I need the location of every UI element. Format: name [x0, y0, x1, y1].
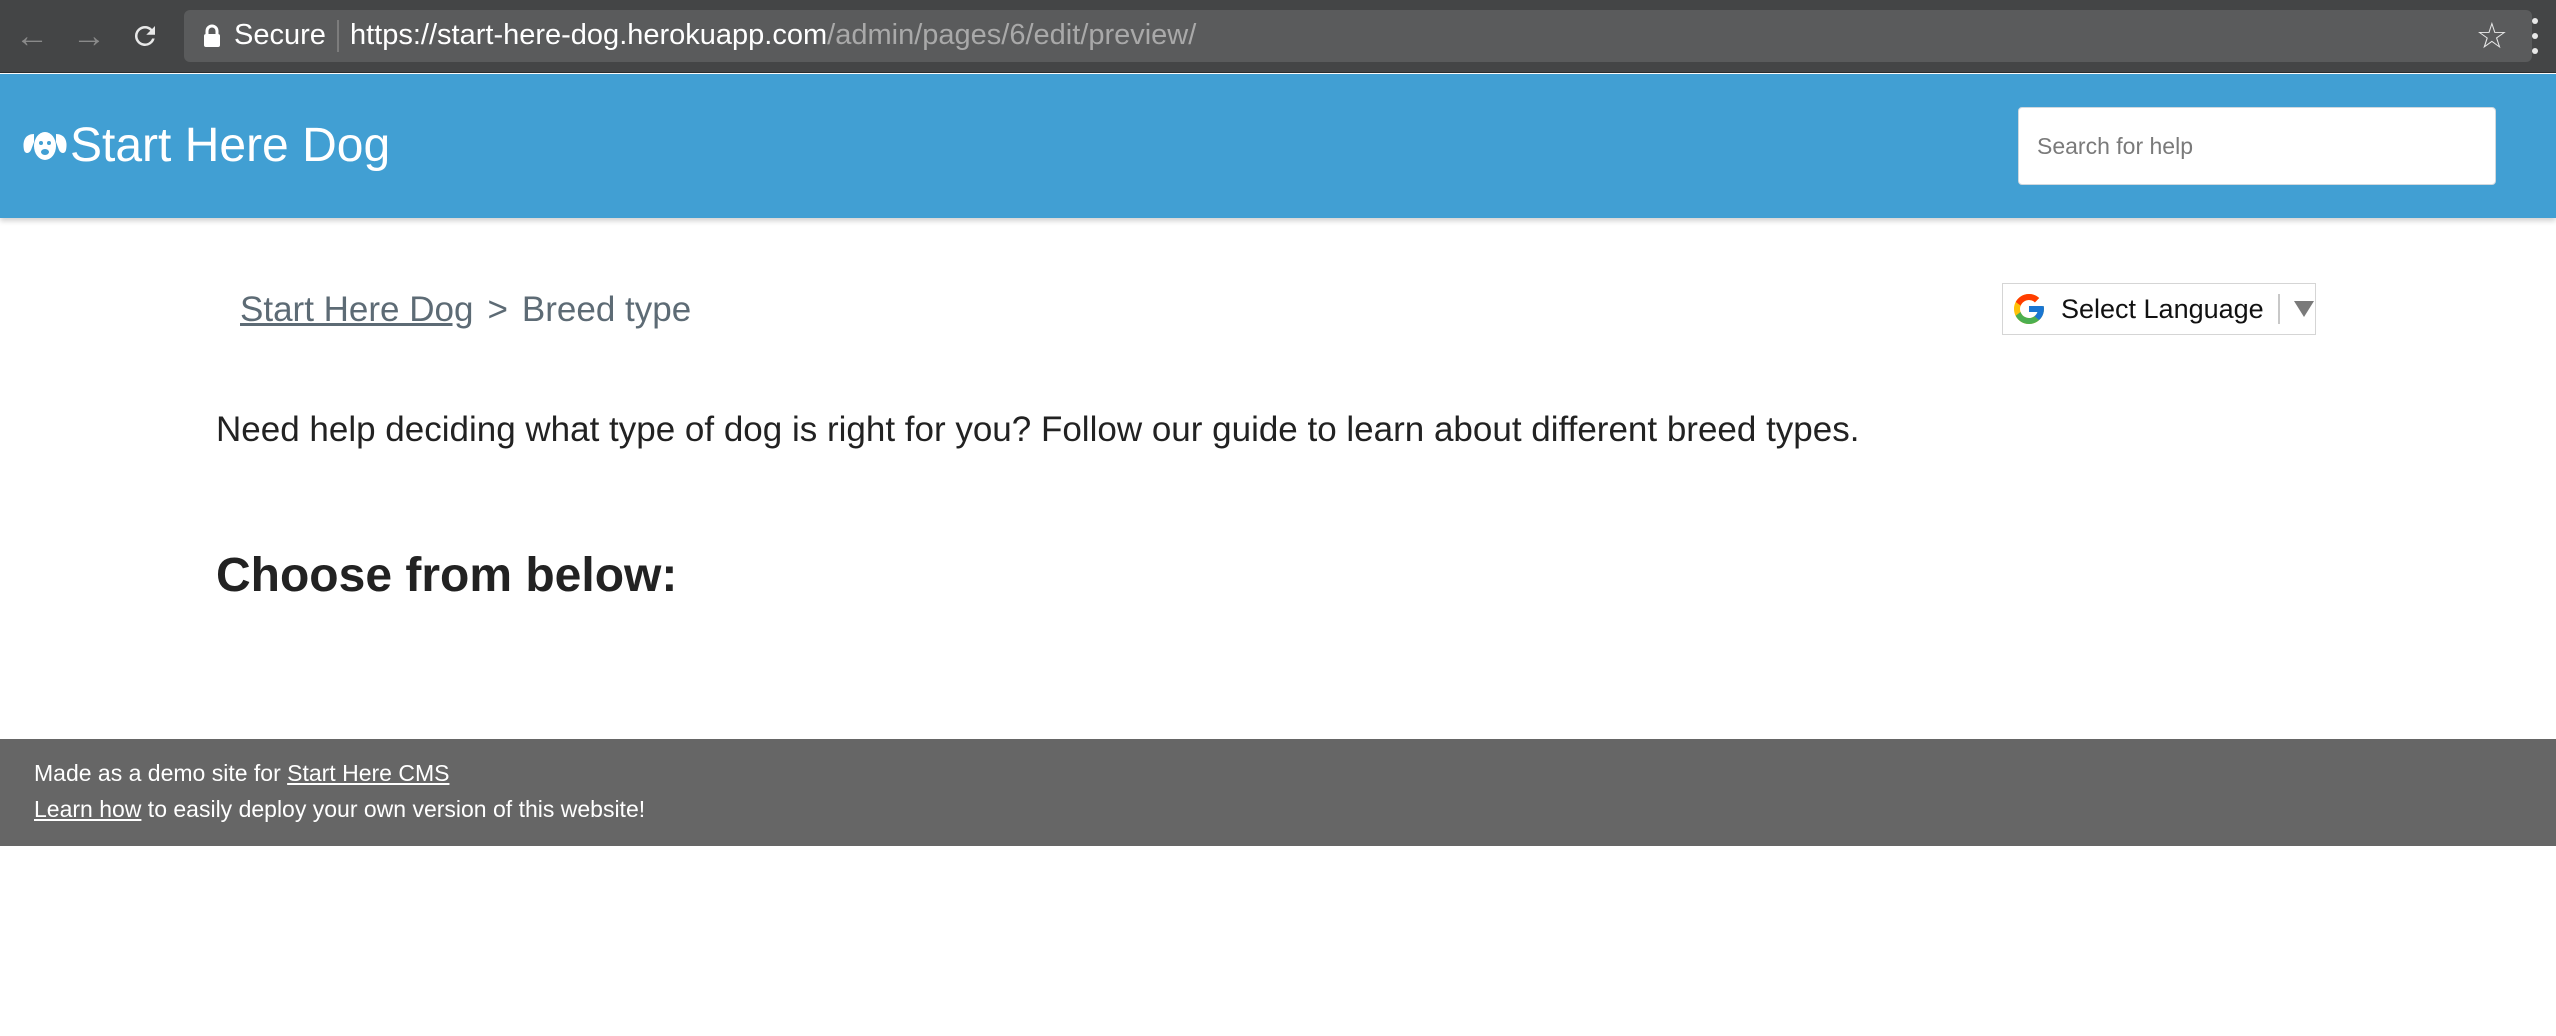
reload-icon[interactable]: [123, 14, 167, 58]
kebab-menu-icon[interactable]: [2522, 18, 2548, 54]
brand-link[interactable]: Start Here Dog: [22, 118, 390, 173]
footer-deploy-text: to easily deploy your own version of thi…: [141, 796, 646, 822]
search-input[interactable]: [2018, 107, 2496, 185]
section-heading: Choose from below:: [216, 549, 678, 602]
lock-icon: [202, 24, 222, 48]
secure-label: Secure: [234, 19, 326, 51]
caret-down-icon: [2293, 301, 2314, 317]
back-arrow-icon[interactable]: ←: [10, 14, 54, 58]
site-footer: Made as a demo site for Start Here CMS L…: [0, 739, 2556, 846]
forward-arrow-icon[interactable]: →: [67, 14, 111, 58]
dog-face-icon: [23, 131, 67, 160]
start-here-cms-link[interactable]: Start Here CMS: [287, 760, 449, 786]
breadcrumb-current: Breed type: [521, 290, 692, 329]
footer-credit-text: Made as a demo site for: [34, 760, 288, 786]
address-divider: [337, 20, 339, 52]
url-scheme: https://: [350, 19, 438, 51]
address-bar[interactable]: Secure https://start-here-dog.herokuapp.…: [184, 10, 2532, 62]
url-host: start-here-dog.herokuapp.com: [437, 19, 828, 51]
learn-how-link[interactable]: Learn how: [34, 796, 141, 822]
star-icon[interactable]: ☆: [2476, 15, 2508, 57]
url-text[interactable]: https://start-here-dog.herokuapp.com/adm…: [350, 19, 1196, 52]
site-header: Start Here Dog: [0, 74, 2556, 218]
breadcrumb-separator: >: [487, 290, 508, 329]
intro-text: Need help deciding what type of dog is r…: [216, 410, 1860, 449]
brand-name: Start Here Dog: [70, 119, 391, 172]
url-path: /admin/pages/6/edit/preview/: [827, 19, 1197, 51]
breadcrumb-home-link[interactable]: Start Here Dog: [240, 290, 473, 329]
language-select[interactable]: Select Language: [2002, 283, 2316, 335]
footer-deploy: Learn how to easily deploy your own vers…: [34, 796, 645, 823]
google-g-icon: [2014, 294, 2044, 324]
language-select-label: Select Language: [2061, 293, 2264, 324]
language-select-divider: [2277, 294, 2280, 324]
footer-credit: Made as a demo site for Start Here CMS: [34, 760, 449, 787]
browser-toolbar: ← → Secure https://start-here-dog.heroku…: [0, 0, 2556, 73]
breadcrumb: Start Here Dog > Breed type: [240, 290, 691, 330]
